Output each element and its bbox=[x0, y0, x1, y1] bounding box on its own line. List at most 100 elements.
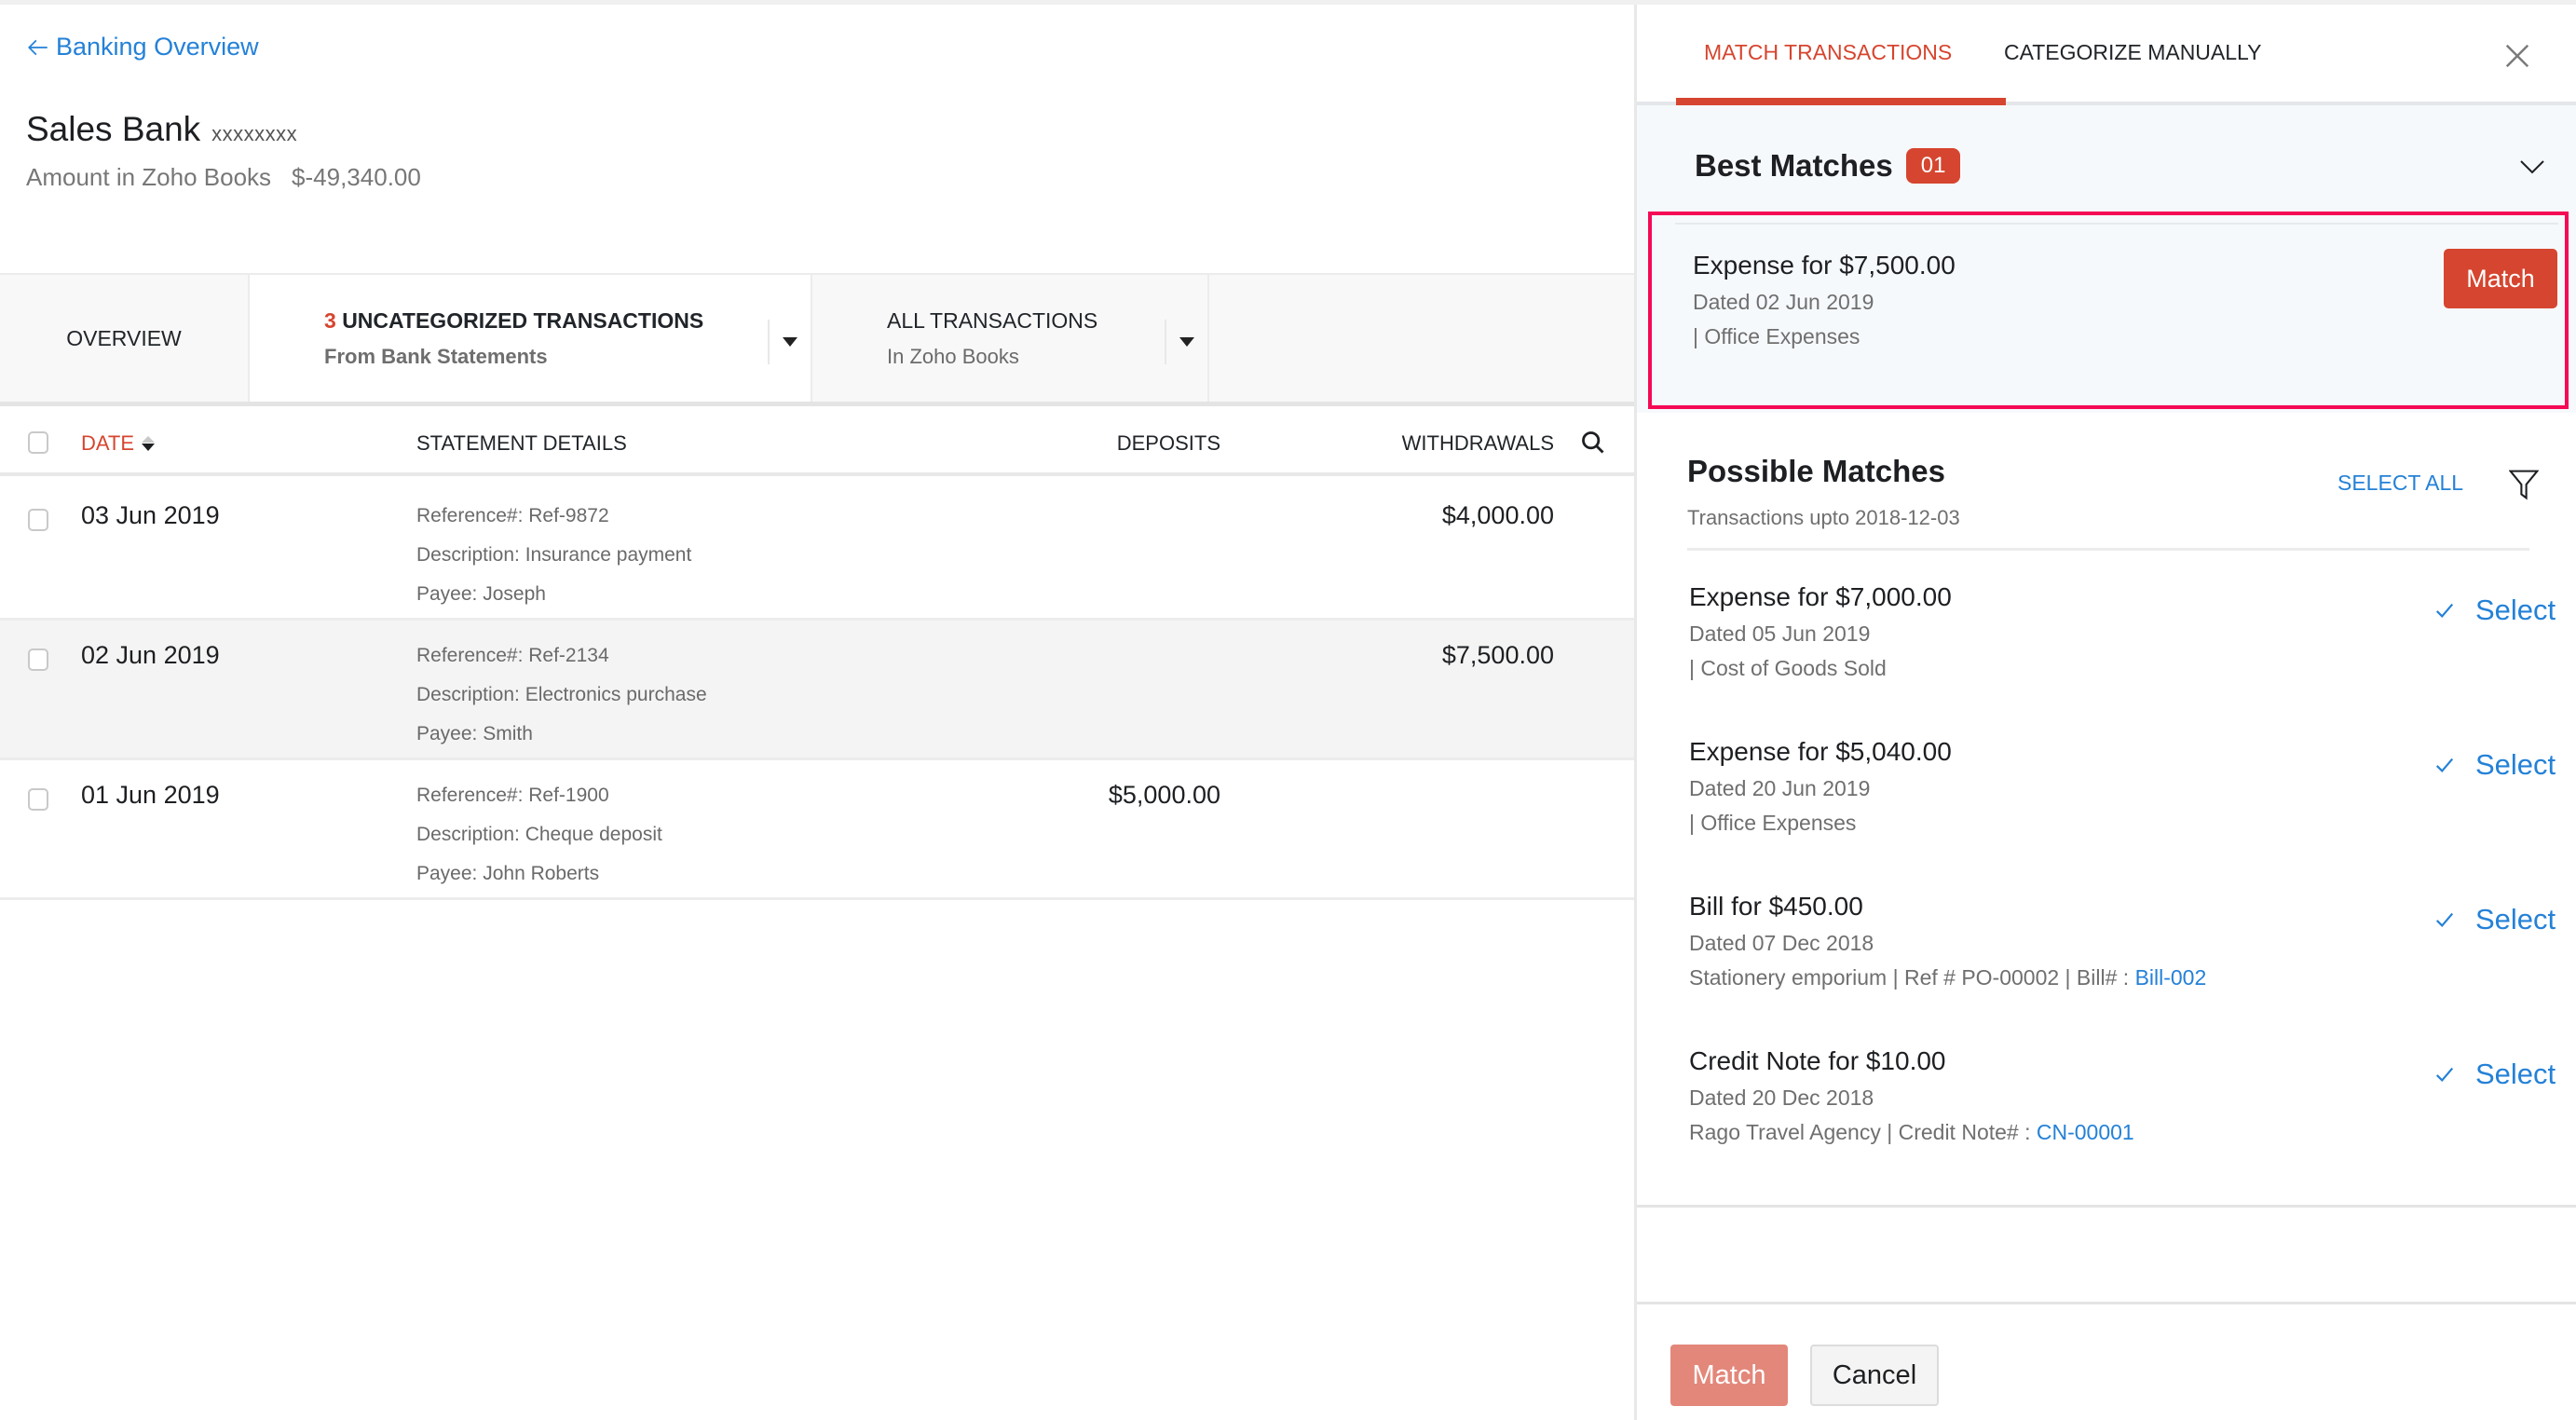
check-icon bbox=[2435, 758, 2454, 773]
column-header-date[interactable]: DATE bbox=[81, 431, 156, 456]
column-header-statement-details: STATEMENT DETAILS bbox=[416, 431, 627, 455]
uncategorized-subtitle: From Bank Statements bbox=[324, 344, 548, 368]
match-transactions-panel: MATCH TRANSACTIONS CATEGORIZE MANUALLY B… bbox=[1634, 5, 2576, 1420]
tab-uncategorized-title: 3 UNCATEGORIZED TRANSACTIONS bbox=[324, 308, 703, 334]
amount-label: Amount in Zoho Books bbox=[26, 163, 272, 191]
match-date: Dated 02 Jun 2019 bbox=[1693, 290, 1874, 314]
divider bbox=[1687, 548, 2529, 551]
match-account: | Office Expenses bbox=[1693, 324, 1860, 348]
account-number-mask: xxxxxxxx bbox=[211, 122, 298, 145]
select-all-checkbox[interactable] bbox=[28, 431, 48, 454]
row-statement-details: Reference#: Ref-1900 Description: Cheque… bbox=[416, 785, 662, 885]
row-statement-details: Reference#: Ref-9872 Description: Insura… bbox=[416, 505, 691, 606]
tab-overview-label: OVERVIEW bbox=[66, 325, 182, 350]
amount-value: $-49,340.00 bbox=[292, 163, 421, 191]
match-title: Bill for $450.00 bbox=[1689, 892, 1863, 921]
possible-match-item: Bill for $450.00 Dated 07 Dec 2018 Stati… bbox=[1689, 892, 2556, 1031]
credit-note-link[interactable]: CN-00001 bbox=[2037, 1120, 2134, 1144]
match-date: Dated 05 Jun 2019 bbox=[1689, 621, 1871, 646]
all-transactions-dropdown-toggle[interactable] bbox=[1165, 320, 1207, 364]
tab-all-transactions[interactable]: ALL TRANSACTIONS In Zoho Books bbox=[812, 275, 1209, 402]
best-match-match-button[interactable]: Match bbox=[2444, 249, 2557, 308]
possible-match-item: Expense for $5,040.00 Dated 20 Jun 2019 … bbox=[1689, 737, 2556, 877]
possible-match-item: Credit Note for $10.00 Dated 20 Dec 2018… bbox=[1689, 1046, 2556, 1186]
row-date: 02 Jun 2019 bbox=[81, 641, 220, 669]
row-reference: Reference#: Ref-9872 bbox=[416, 505, 609, 526]
table-row[interactable]: 03 Jun 2019 Reference#: Ref-9872 Descrip… bbox=[0, 481, 1634, 621]
row-checkbox[interactable] bbox=[28, 509, 48, 531]
date-header-label: DATE bbox=[81, 431, 135, 455]
row-withdrawal: $7,500.00 bbox=[1441, 641, 1554, 669]
tab-categorize-manually[interactable]: CATEGORIZE MANUALLY bbox=[2004, 40, 2261, 65]
row-reference: Reference#: Ref-2134 bbox=[416, 645, 609, 666]
column-header-deposits: DEPOSITS bbox=[1116, 431, 1220, 455]
divider bbox=[1637, 1205, 2576, 1208]
select-button[interactable]: Select bbox=[2434, 594, 2556, 627]
row-description: Description: Electronics purchase bbox=[416, 684, 707, 705]
row-withdrawal: $4,000.00 bbox=[1441, 501, 1554, 529]
best-matches-heading: Best Matches 01 bbox=[1695, 148, 1961, 184]
match-title: Credit Note for $10.00 bbox=[1689, 1046, 1946, 1075]
column-header-withdrawals: WITHDRAWALS bbox=[1401, 431, 1554, 455]
close-icon[interactable] bbox=[2503, 42, 2531, 70]
footer-cancel-button[interactable]: Cancel bbox=[1810, 1345, 1939, 1406]
footer-match-button[interactable]: Match bbox=[1670, 1345, 1788, 1406]
row-deposit: $5,000.00 bbox=[1108, 781, 1220, 809]
match-meta: | Cost of Goods Sold bbox=[1689, 656, 1952, 681]
bill-link[interactable]: Bill-002 bbox=[2135, 965, 2207, 990]
active-tab-indicator bbox=[1676, 98, 2006, 105]
match-title: Expense for $7,000.00 bbox=[1689, 582, 1952, 611]
tab-overview[interactable]: OVERVIEW bbox=[0, 275, 250, 402]
match-meta-text: Rago Travel Agency | Credit Note# : bbox=[1689, 1120, 2037, 1144]
back-link-label: Banking Overview bbox=[56, 33, 259, 61]
match-meta-text: | Cost of Goods Sold bbox=[1689, 656, 1887, 680]
divider bbox=[1637, 1302, 2576, 1304]
tab-match-transactions[interactable]: MATCH TRANSACTIONS bbox=[1704, 40, 1952, 65]
match-meta-text: | Office Expenses bbox=[1689, 811, 1857, 835]
select-button[interactable]: Select bbox=[2434, 1058, 2556, 1091]
bank-account-title: Sales Bank xxxxxxxx bbox=[26, 110, 297, 149]
row-checkbox[interactable] bbox=[28, 649, 48, 671]
row-statement-details: Reference#: Ref-2134 Description: Electr… bbox=[416, 645, 707, 745]
bank-name: Sales Bank bbox=[26, 110, 201, 148]
match-meta-text: Stationery emporium | Ref # PO-00002 | B… bbox=[1689, 965, 2135, 990]
table-row[interactable]: 02 Jun 2019 Reference#: Ref-2134 Descrip… bbox=[0, 621, 1634, 760]
best-match-card: Expense for $7,500.00 Dated 02 Jun 2019 … bbox=[1648, 212, 2569, 409]
row-date: 01 Jun 2019 bbox=[81, 781, 220, 809]
main-content: Banking Overview Sales Bank xxxxxxxx Amo… bbox=[0, 5, 1634, 1420]
uncategorized-dropdown-toggle[interactable] bbox=[768, 320, 811, 364]
search-icon[interactable] bbox=[1580, 430, 1608, 457]
table-header: DATE STATEMENT DETAILS DEPOSITS WITHDRAW… bbox=[0, 411, 1634, 476]
select-label: Select bbox=[2475, 1058, 2556, 1090]
table-row[interactable]: 01 Jun 2019 Reference#: Ref-1900 Descrip… bbox=[0, 760, 1634, 900]
back-to-banking-overview-link[interactable]: Banking Overview bbox=[26, 33, 259, 61]
match-date: Dated 20 Jun 2019 bbox=[1689, 776, 1871, 800]
all-transactions-title: ALL TRANSACTIONS bbox=[887, 307, 1098, 333]
match-title: Expense for $7,500.00 bbox=[1693, 251, 1956, 280]
match-date: Dated 20 Dec 2018 bbox=[1689, 1085, 1874, 1110]
chevron-down-icon[interactable] bbox=[2518, 157, 2546, 178]
select-label: Select bbox=[2475, 748, 2556, 781]
row-payee: Payee: Smith bbox=[416, 723, 533, 744]
arrow-left-icon bbox=[28, 39, 48, 55]
best-matches-title: Best Matches bbox=[1695, 148, 1893, 183]
select-all-link[interactable]: SELECT ALL bbox=[2337, 471, 2463, 496]
select-button[interactable]: Select bbox=[2434, 903, 2556, 936]
row-payee: Payee: Joseph bbox=[416, 583, 546, 605]
row-checkbox[interactable] bbox=[28, 788, 48, 811]
caret-down-icon bbox=[1179, 337, 1194, 347]
caret-down-icon bbox=[783, 337, 797, 347]
best-matches-count-badge: 01 bbox=[1905, 148, 1961, 184]
divider bbox=[1675, 223, 2558, 225]
tab-uncategorized-transactions[interactable]: 3 UNCATEGORIZED TRANSACTIONS From Bank S… bbox=[250, 275, 812, 402]
row-description: Description: Cheque deposit bbox=[416, 824, 662, 845]
row-reference: Reference#: Ref-1900 bbox=[416, 785, 609, 806]
panel-tabs: MATCH TRANSACTIONS CATEGORIZE MANUALLY bbox=[1637, 5, 2576, 105]
row-date: 03 Jun 2019 bbox=[81, 501, 220, 529]
select-button[interactable]: Select bbox=[2434, 748, 2556, 782]
check-icon bbox=[2435, 912, 2454, 928]
possible-matches-heading: Possible Matches Transactions upto 2018-… bbox=[1687, 454, 1960, 530]
match-meta: Stationery emporium | Ref # PO-00002 | B… bbox=[1689, 965, 2206, 990]
match-date: Dated 07 Dec 2018 bbox=[1689, 931, 1874, 955]
filter-icon[interactable] bbox=[2508, 469, 2540, 500]
